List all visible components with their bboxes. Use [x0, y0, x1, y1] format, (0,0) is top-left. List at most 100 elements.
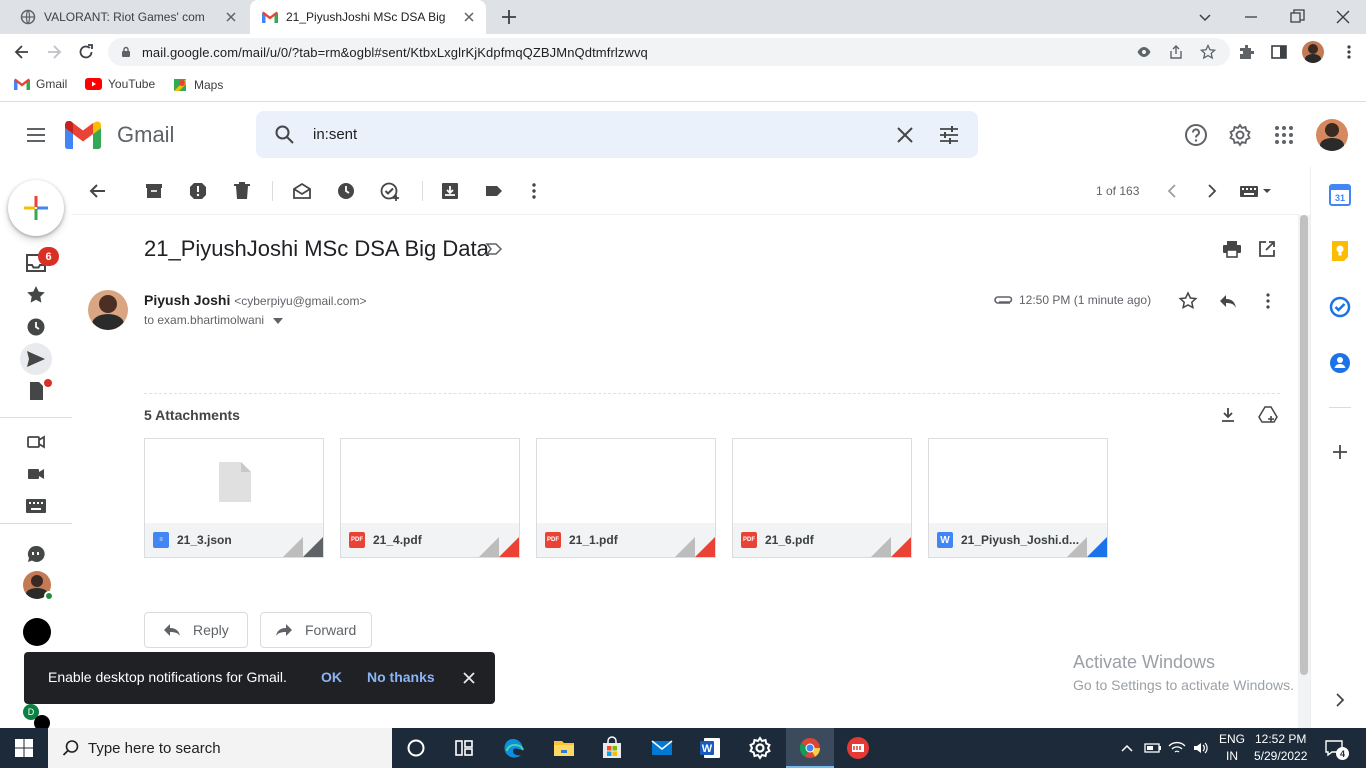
new-meeting-icon[interactable] [24, 430, 48, 454]
tab-search-icon[interactable] [1194, 6, 1216, 28]
scrollbar-thumb[interactable] [1300, 215, 1308, 675]
apps-grid-icon[interactable] [1274, 125, 1294, 145]
restore-icon[interactable] [1286, 6, 1308, 28]
forward-button[interactable]: Forward [260, 612, 372, 648]
bookmark-maps[interactable]: Maps [172, 77, 223, 93]
omnibox[interactable]: mail.google.com/mail/u/0/?tab=rm&ogbl#se… [108, 38, 1230, 66]
open-in-new-window-icon[interactable] [1258, 240, 1276, 258]
archive-icon[interactable] [144, 181, 164, 201]
compose-button[interactable] [8, 180, 64, 236]
input-tools-keyboard-icon[interactable] [1238, 181, 1272, 201]
snooze-clock-icon[interactable] [336, 181, 356, 201]
red-app-icon[interactable] [846, 736, 870, 760]
mail-app-icon[interactable] [650, 736, 674, 760]
get-addons-plus-icon[interactable] [1329, 441, 1351, 463]
show-details-dropdown-icon[interactable] [273, 317, 284, 324]
edge-browser-icon[interactable] [502, 736, 526, 760]
tasks-icon[interactable] [1329, 296, 1351, 318]
task-view-icon[interactable] [452, 736, 476, 760]
snackbar-no-thanks-button[interactable]: No thanks [367, 669, 435, 685]
chrome-app-icon[interactable] [798, 736, 822, 760]
forward-arrow-icon[interactable] [44, 42, 64, 62]
attachment-card[interactable]: ≡ 21_3.json [144, 438, 324, 558]
clear-search-icon[interactable] [895, 125, 915, 145]
meetings-video-icon[interactable] [24, 462, 48, 486]
settings-app-icon[interactable] [748, 736, 772, 760]
star-icon[interactable] [1178, 291, 1198, 311]
more-options-icon[interactable] [524, 181, 544, 201]
contacts-icon[interactable] [1329, 352, 1351, 374]
label-tag-icon[interactable] [484, 181, 504, 201]
bookmark-gmail[interactable]: Gmail [14, 77, 67, 91]
taskbar-clock[interactable]: 12:52 PM 5/29/2022 [1254, 731, 1307, 765]
side-panel-icon[interactable] [1270, 43, 1288, 61]
search-bar[interactable]: in:sent [256, 111, 978, 158]
close-tab-icon[interactable] [224, 10, 238, 24]
gmail-logo[interactable]: Gmail [65, 121, 174, 149]
volume-icon[interactable] [1192, 740, 1210, 756]
wifi-icon[interactable] [1168, 740, 1186, 756]
close-tab-icon[interactable] [462, 10, 476, 24]
cortana-circle-icon[interactable] [404, 736, 428, 760]
snoozed-clock-icon[interactable] [24, 315, 48, 339]
sent-icon[interactable] [24, 347, 48, 371]
share-icon[interactable] [1168, 44, 1184, 60]
chat-bubble-icon[interactable] [24, 542, 48, 566]
account-avatar[interactable] [1316, 119, 1348, 151]
browser-menu-icon[interactable] [1340, 43, 1358, 61]
scrollbar-track[interactable] [1298, 215, 1310, 728]
search-icon[interactable] [274, 124, 295, 145]
extensions-icon[interactable] [1238, 43, 1256, 61]
add-to-tasks-icon[interactable] [380, 181, 400, 201]
older-chevron-right-icon[interactable] [1202, 181, 1222, 201]
attachment-card[interactable]: PDF 21_4.pdf [340, 438, 520, 558]
move-to-icon[interactable] [440, 181, 460, 201]
new-tab-icon[interactable] [500, 8, 518, 26]
snackbar-close-icon[interactable] [462, 671, 476, 685]
newer-chevron-left-icon[interactable] [1162, 181, 1182, 201]
show-hidden-icons-chevron-icon[interactable] [1120, 741, 1134, 755]
taskbar-search-box[interactable]: Type here to search [48, 728, 392, 768]
bookmark-youtube[interactable]: YouTube [85, 77, 155, 91]
importance-marker-icon[interactable] [485, 241, 503, 257]
starred-icon[interactable] [24, 283, 48, 307]
chat-contact-avatar-2[interactable] [23, 618, 51, 646]
download-all-icon[interactable] [1220, 407, 1236, 423]
report-spam-icon[interactable] [188, 181, 208, 201]
profile-avatar[interactable] [1302, 41, 1324, 63]
settings-gear-icon[interactable] [1228, 123, 1252, 147]
print-icon[interactable] [1222, 240, 1242, 258]
attachment-card[interactable]: W 21_Piyush_Joshi.d... [928, 438, 1108, 558]
keep-icon[interactable] [1329, 240, 1351, 262]
reload-icon[interactable] [76, 42, 96, 62]
snackbar-ok-button[interactable]: OK [321, 669, 342, 685]
back-arrow-icon[interactable] [12, 42, 32, 62]
input-language[interactable]: ENG IN [1219, 731, 1245, 765]
eye-off-icon[interactable] [1136, 44, 1152, 60]
close-window-icon[interactable] [1332, 6, 1354, 28]
lock-icon[interactable] [120, 46, 132, 58]
search-input[interactable]: in:sent [313, 126, 357, 143]
reply-arrow-icon[interactable] [1218, 292, 1238, 310]
main-menu-icon[interactable] [26, 125, 46, 145]
word-app-icon[interactable]: W [698, 736, 722, 760]
mark-unread-icon[interactable] [292, 181, 312, 201]
back-to-list-icon[interactable] [88, 181, 108, 201]
sender-avatar[interactable] [88, 290, 128, 330]
calendar-icon[interactable]: 31 [1329, 184, 1351, 206]
browser-tab-valorant[interactable]: VALORANT: Riot Games' competi [8, 0, 248, 34]
delete-trash-icon[interactable] [232, 181, 252, 201]
join-meeting-keyboard-icon[interactable] [24, 494, 48, 518]
message-more-icon[interactable] [1258, 291, 1278, 311]
battery-icon[interactable] [1144, 740, 1162, 756]
reply-button[interactable]: Reply [144, 612, 248, 648]
sender-name[interactable]: Piyush Joshi [144, 292, 230, 308]
search-options-icon[interactable] [939, 125, 959, 145]
help-icon[interactable] [1184, 123, 1208, 147]
add-to-drive-icon[interactable] [1258, 406, 1278, 424]
expand-panel-chevron-icon[interactable] [1329, 689, 1351, 711]
minimize-icon[interactable] [1240, 6, 1262, 28]
microsoft-store-icon[interactable] [600, 736, 624, 760]
windows-start-icon[interactable] [12, 736, 36, 760]
browser-tab-gmail[interactable]: 21_PiyushJoshi MSc DSA Big Dat [250, 0, 486, 34]
